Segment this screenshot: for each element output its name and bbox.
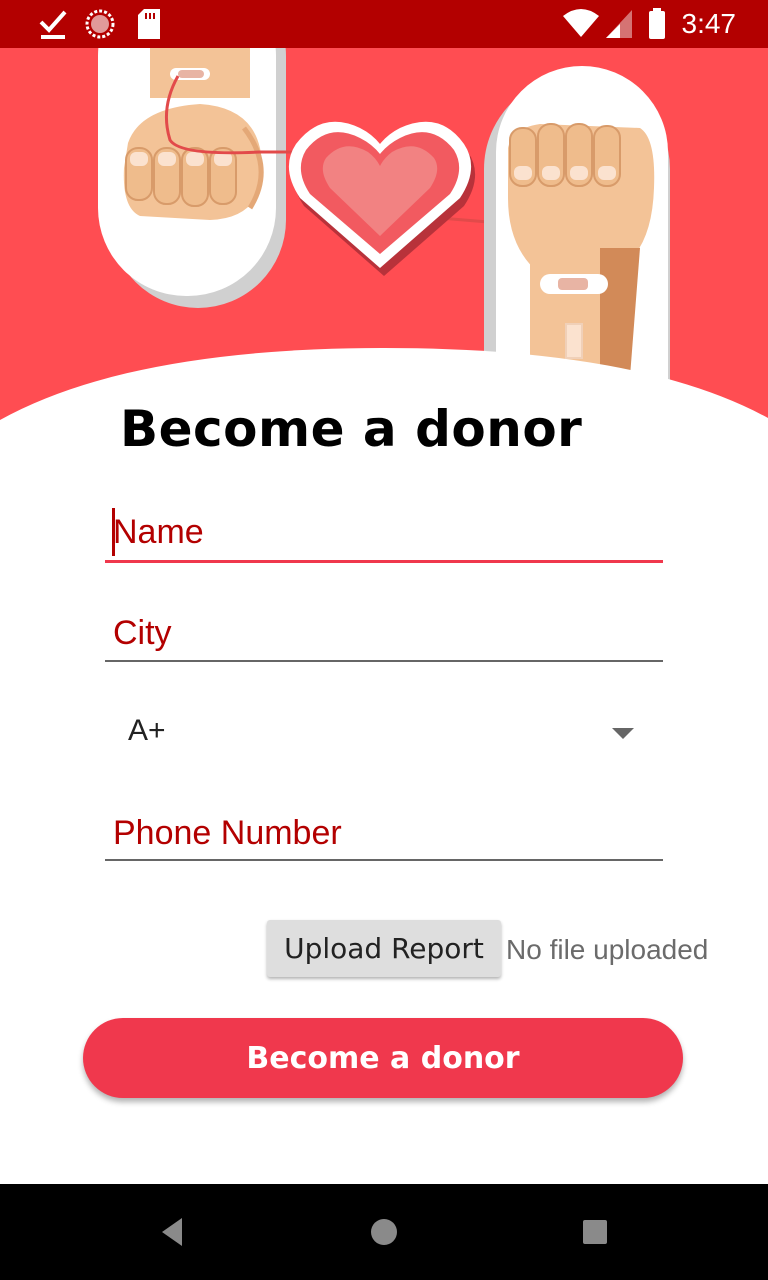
phone-number-field[interactable]: Phone Number <box>105 810 663 864</box>
loading-icon <box>85 9 115 39</box>
name-underline <box>105 560 663 563</box>
blood-group-select[interactable] <box>105 700 663 770</box>
phone-underline <box>105 859 663 861</box>
city-field[interactable]: City <box>105 610 663 664</box>
battery-icon <box>649 8 665 39</box>
phone-placeholder: Phone Number <box>113 814 342 852</box>
signal-icon <box>606 10 632 38</box>
sd-card-icon <box>138 9 160 39</box>
upload-report-button[interactable]: Upload Report <box>267 920 501 977</box>
blood-donation-illustration <box>0 48 768 428</box>
upload-status-text: No file uploaded <box>506 934 709 965</box>
wifi-icon <box>563 9 599 37</box>
home-icon[interactable] <box>364 1212 404 1252</box>
download-done-icon <box>39 10 67 39</box>
name-placeholder: Name <box>113 513 204 551</box>
city-placeholder: City <box>113 614 172 652</box>
city-underline <box>105 660 663 662</box>
page-title: Become a donor <box>120 400 583 458</box>
become-donor-button[interactable]: Become a donor <box>83 1018 683 1098</box>
name-field[interactable]: Name <box>105 505 663 565</box>
chevron-down-icon[interactable] <box>612 728 634 739</box>
navigation-bar <box>0 1184 768 1280</box>
status-time: 3:47 <box>681 8 737 39</box>
status-bar: 3:47 <box>0 0 768 48</box>
recents-icon[interactable] <box>578 1212 612 1252</box>
back-icon[interactable] <box>158 1212 186 1252</box>
blood-group-value: A+ <box>128 714 166 747</box>
